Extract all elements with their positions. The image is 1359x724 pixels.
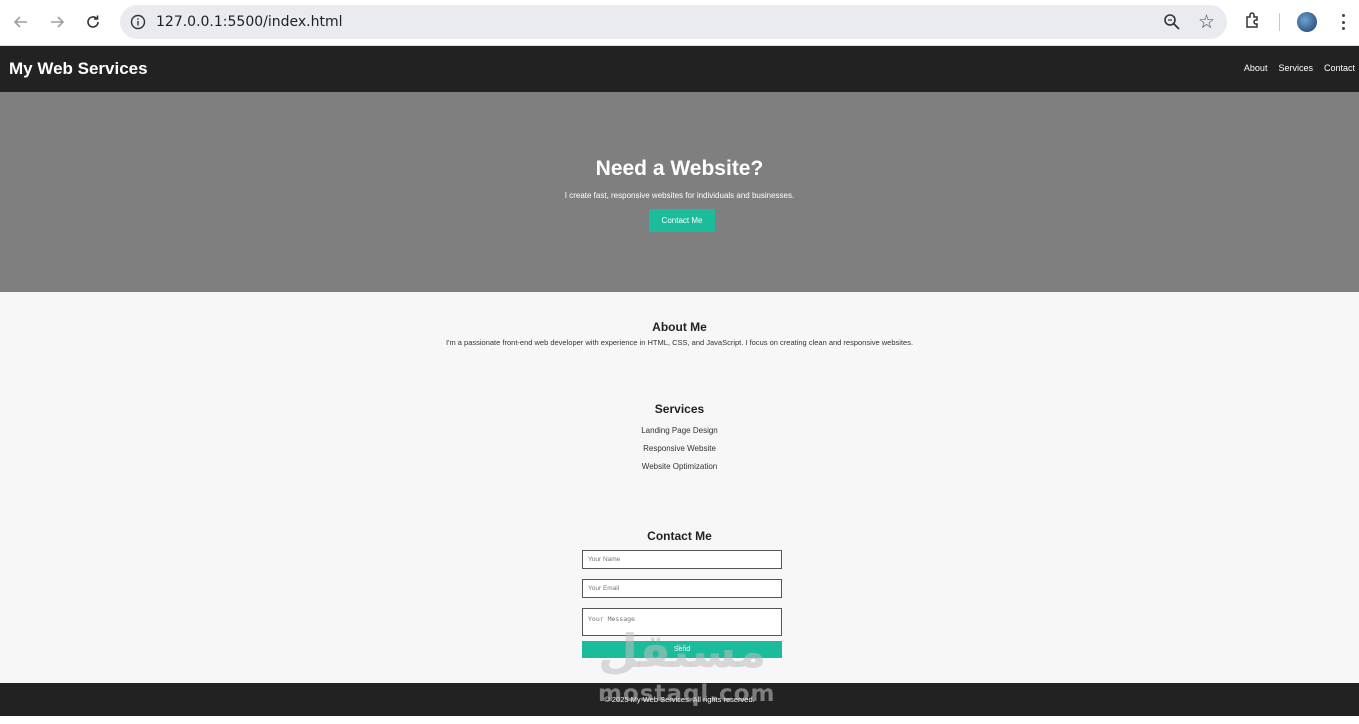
menu-kebab-icon[interactable] [1333, 12, 1353, 32]
reload-icon [87, 15, 99, 28]
about-text: I'm a passionate front-end web developer… [445, 338, 914, 347]
bookmark-star-icon[interactable]: ☆ [1198, 11, 1215, 33]
arrow-left-icon [13, 16, 27, 28]
toolbar-divider [1279, 13, 1280, 31]
service-item: Landing Page Design [641, 426, 718, 435]
name-input[interactable] [582, 550, 782, 569]
url-text[interactable]: 127.0.0.1:5500/index.html [156, 14, 343, 30]
send-button[interactable]: Send [582, 641, 782, 658]
reload-button[interactable] [81, 10, 105, 34]
site-info-icon[interactable] [128, 12, 148, 32]
back-button[interactable] [9, 10, 33, 34]
services-list: Landing Page Design Responsive Website W… [0, 425, 1359, 479]
forward-button[interactable] [45, 10, 69, 34]
arrow-right-icon [51, 16, 65, 28]
nav-contact-link[interactable]: Contact [1324, 63, 1355, 73]
about-title: About Me [652, 320, 707, 334]
message-textarea[interactable] [582, 608, 782, 636]
contact-title: Contact Me [647, 529, 712, 543]
browser-toolbar: 127.0.0.1:5500/index.html ☆ [0, 0, 1359, 46]
nav-services-link[interactable]: Services [1278, 63, 1313, 73]
service-item: Responsive Website [643, 444, 716, 453]
site-logo[interactable]: My Web Services [9, 59, 148, 79]
extensions-icon[interactable] [1243, 11, 1265, 33]
nav-about-link[interactable]: About [1244, 63, 1268, 73]
site-nav: About Services Contact [1244, 63, 1355, 73]
hero-subtitle: I create fast, responsive websites for i… [564, 191, 795, 200]
service-item: Website Optimization [641, 462, 718, 471]
site-footer: © 2025 My Web Services. All rights reser… [0, 683, 1359, 716]
main-content: About Me I'm a passionate front-end web … [0, 292, 1359, 683]
address-bar[interactable]: 127.0.0.1:5500/index.html ☆ [120, 5, 1227, 39]
email-input[interactable] [582, 579, 782, 598]
hero-section: Need a Website? I create fast, responsiv… [0, 92, 1359, 292]
site-header: My Web Services About Services Contact [0, 46, 1359, 92]
services-title: Services [654, 402, 705, 416]
zoom-icon[interactable] [1163, 13, 1181, 31]
footer-copyright: © 2025 My Web Services. All rights reser… [604, 695, 755, 704]
hero-title: Need a Website? [595, 157, 764, 180]
profile-avatar[interactable] [1297, 12, 1317, 32]
contact-me-button[interactable]: Contact Me [649, 209, 715, 232]
